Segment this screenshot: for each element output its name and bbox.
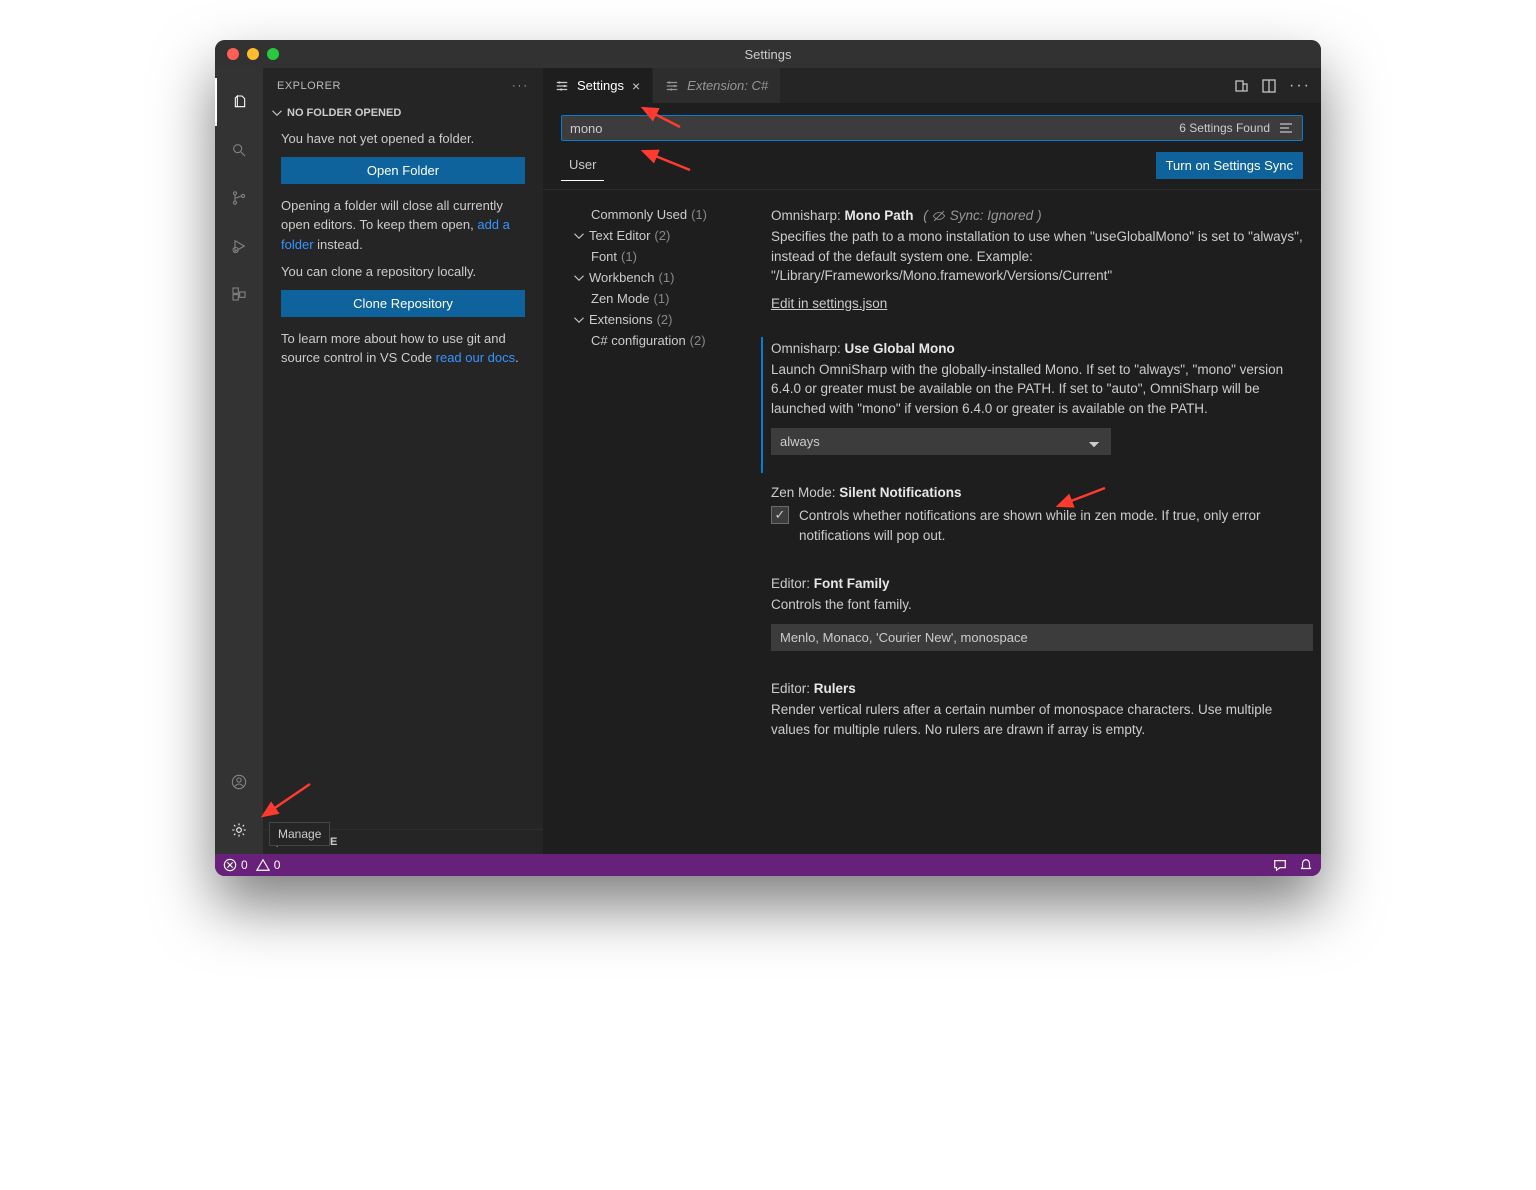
error-icon	[223, 858, 237, 872]
settings-icon	[665, 79, 679, 93]
maximize-window-button[interactable]	[267, 48, 279, 60]
debug-icon	[231, 238, 247, 254]
tab-settings[interactable]: Settings ×	[543, 68, 653, 103]
sidebar-title: EXPLORER	[277, 80, 341, 92]
setting-zen-mode-silent-notifications: Zen Mode: Silent Notifications ✓ Control…	[761, 481, 1313, 563]
titlebar: Settings	[215, 40, 1321, 68]
toc-workbench[interactable]: Workbench (1)	[573, 267, 745, 288]
sidebar-header: EXPLORER ···	[263, 68, 543, 103]
minimize-window-button[interactable]	[247, 48, 259, 60]
vscode-window: Settings	[215, 40, 1321, 876]
settings-sync-button[interactable]: Turn on Settings Sync	[1156, 152, 1303, 179]
use-global-mono-select[interactable]: always	[771, 428, 1111, 455]
account-icon	[231, 774, 247, 790]
settings-results[interactable]: Omnisharp: Mono Path ( Sync: Ignored) Sp…	[753, 190, 1321, 854]
setting-description: Controls whether notifications are shown…	[799, 506, 1313, 545]
setting-editor-font-family: Editor: Font Family Controls the font fa…	[761, 572, 1313, 670]
font-family-input[interactable]	[771, 624, 1313, 651]
settings-search-row: 6 Settings Found	[543, 103, 1321, 145]
more-actions-icon[interactable]: ···	[1289, 77, 1311, 95]
bell-icon[interactable]	[1299, 858, 1313, 872]
search-icon	[231, 142, 247, 158]
sidebar-content: You have not yet opened a folder. Open F…	[263, 123, 543, 388]
status-warnings[interactable]: 0	[256, 858, 281, 872]
toc-text-editor[interactable]: Text Editor (2)	[573, 225, 745, 246]
activity-search[interactable]	[215, 126, 263, 174]
traffic-lights	[227, 48, 279, 60]
split-editor-icon[interactable]	[1261, 78, 1277, 94]
manage-tooltip: Manage	[269, 822, 330, 846]
settings-scope-row: User Turn on Settings Sync	[543, 145, 1321, 181]
sidebar-section-no-folder[interactable]: NO FOLDER OPENED	[263, 103, 543, 123]
toc-extensions[interactable]: Extensions (2)	[573, 309, 745, 330]
edit-in-settings-json-link[interactable]: Edit in settings.json	[771, 296, 887, 311]
learn-docs-message: To learn more about how to use git and s…	[281, 329, 525, 368]
scope-user-tab[interactable]: User	[561, 149, 604, 181]
setting-omnisharp-mono-path: Omnisharp: Mono Path ( Sync: Ignored) Sp…	[761, 204, 1313, 329]
toc-commonly-used[interactable]: Commonly Used (1)	[573, 204, 745, 225]
eye-off-icon	[932, 209, 946, 223]
sidebar-more-icon[interactable]: ···	[512, 80, 529, 92]
status-bar: 0 0	[215, 854, 1321, 876]
feedback-icon[interactable]	[1273, 858, 1287, 872]
gear-icon	[231, 822, 247, 838]
activity-source-control[interactable]	[215, 174, 263, 222]
settings-found-count: 6 Settings Found	[1179, 121, 1270, 135]
open-folder-warning: Opening a folder will close all currentl…	[281, 196, 525, 255]
close-tab-icon[interactable]: ×	[632, 78, 640, 94]
zen-mode-checkbox[interactable]: ✓	[771, 506, 789, 524]
setting-editor-rulers: Editor: Rulers Render vertical rulers af…	[761, 677, 1313, 757]
setting-description: Controls the font family.	[771, 595, 1313, 615]
toc-csharp-config[interactable]: C# configuration (2)	[573, 330, 745, 351]
activity-extensions[interactable]	[215, 270, 263, 318]
activity-accounts[interactable]	[215, 758, 263, 806]
editor-group: Settings × Extension: C# ··· 6 Set	[543, 68, 1321, 854]
settings-search-box[interactable]: 6 Settings Found	[561, 115, 1303, 141]
toc-zen-mode[interactable]: Zen Mode (1)	[573, 288, 745, 309]
chevron-down-icon	[573, 230, 585, 242]
setting-description: Launch OmniSharp with the globally-insta…	[771, 360, 1313, 419]
clone-repository-button[interactable]: Clone Repository	[281, 290, 525, 317]
sidebar-section-label: NO FOLDER OPENED	[287, 107, 401, 119]
setting-description: Render vertical rulers after a certain n…	[771, 700, 1313, 739]
source-control-icon	[231, 190, 247, 206]
clone-message: You can clone a repository locally.	[281, 262, 525, 282]
status-errors[interactable]: 0	[223, 858, 248, 872]
chevron-down-icon	[271, 107, 283, 119]
no-folder-message: You have not yet opened a folder.	[281, 129, 525, 149]
files-icon	[232, 94, 248, 110]
sidebar: EXPLORER ··· NO FOLDER OPENED You have n…	[263, 68, 543, 854]
activity-debug[interactable]	[215, 222, 263, 270]
toc-font[interactable]: Font (1)	[573, 246, 745, 267]
setting-description: Specifies the path to a mono installatio…	[771, 227, 1313, 286]
open-folder-button[interactable]: Open Folder	[281, 157, 525, 184]
activity-manage[interactable]	[215, 806, 263, 854]
tab-extension-csharp[interactable]: Extension: C#	[653, 68, 781, 103]
sync-ignored-badge: ( Sync: Ignored)	[923, 208, 1041, 223]
tab-label: Extension: C#	[687, 78, 768, 93]
settings-search-input[interactable]	[570, 121, 1179, 136]
settings-icon	[555, 79, 569, 93]
activity-bar	[215, 68, 263, 854]
open-json-icon[interactable]	[1233, 78, 1249, 94]
close-window-button[interactable]	[227, 48, 239, 60]
chevron-down-icon	[573, 314, 585, 326]
read-docs-link[interactable]: read our docs	[436, 350, 516, 365]
editor-actions: ···	[1223, 68, 1321, 103]
tab-bar: Settings × Extension: C# ···	[543, 68, 1321, 103]
warning-icon	[256, 858, 270, 872]
window-title: Settings	[215, 47, 1321, 62]
tab-label: Settings	[577, 78, 624, 93]
chevron-down-icon	[573, 272, 585, 284]
settings-toc: Commonly Used (1) Text Editor (2) Font (…	[543, 190, 753, 854]
filter-icon[interactable]	[1278, 120, 1294, 136]
setting-omnisharp-use-global-mono: Omnisharp: Use Global Mono Launch OmniSh…	[761, 337, 1313, 474]
activity-explorer[interactable]	[215, 78, 263, 126]
extensions-icon	[231, 286, 247, 302]
